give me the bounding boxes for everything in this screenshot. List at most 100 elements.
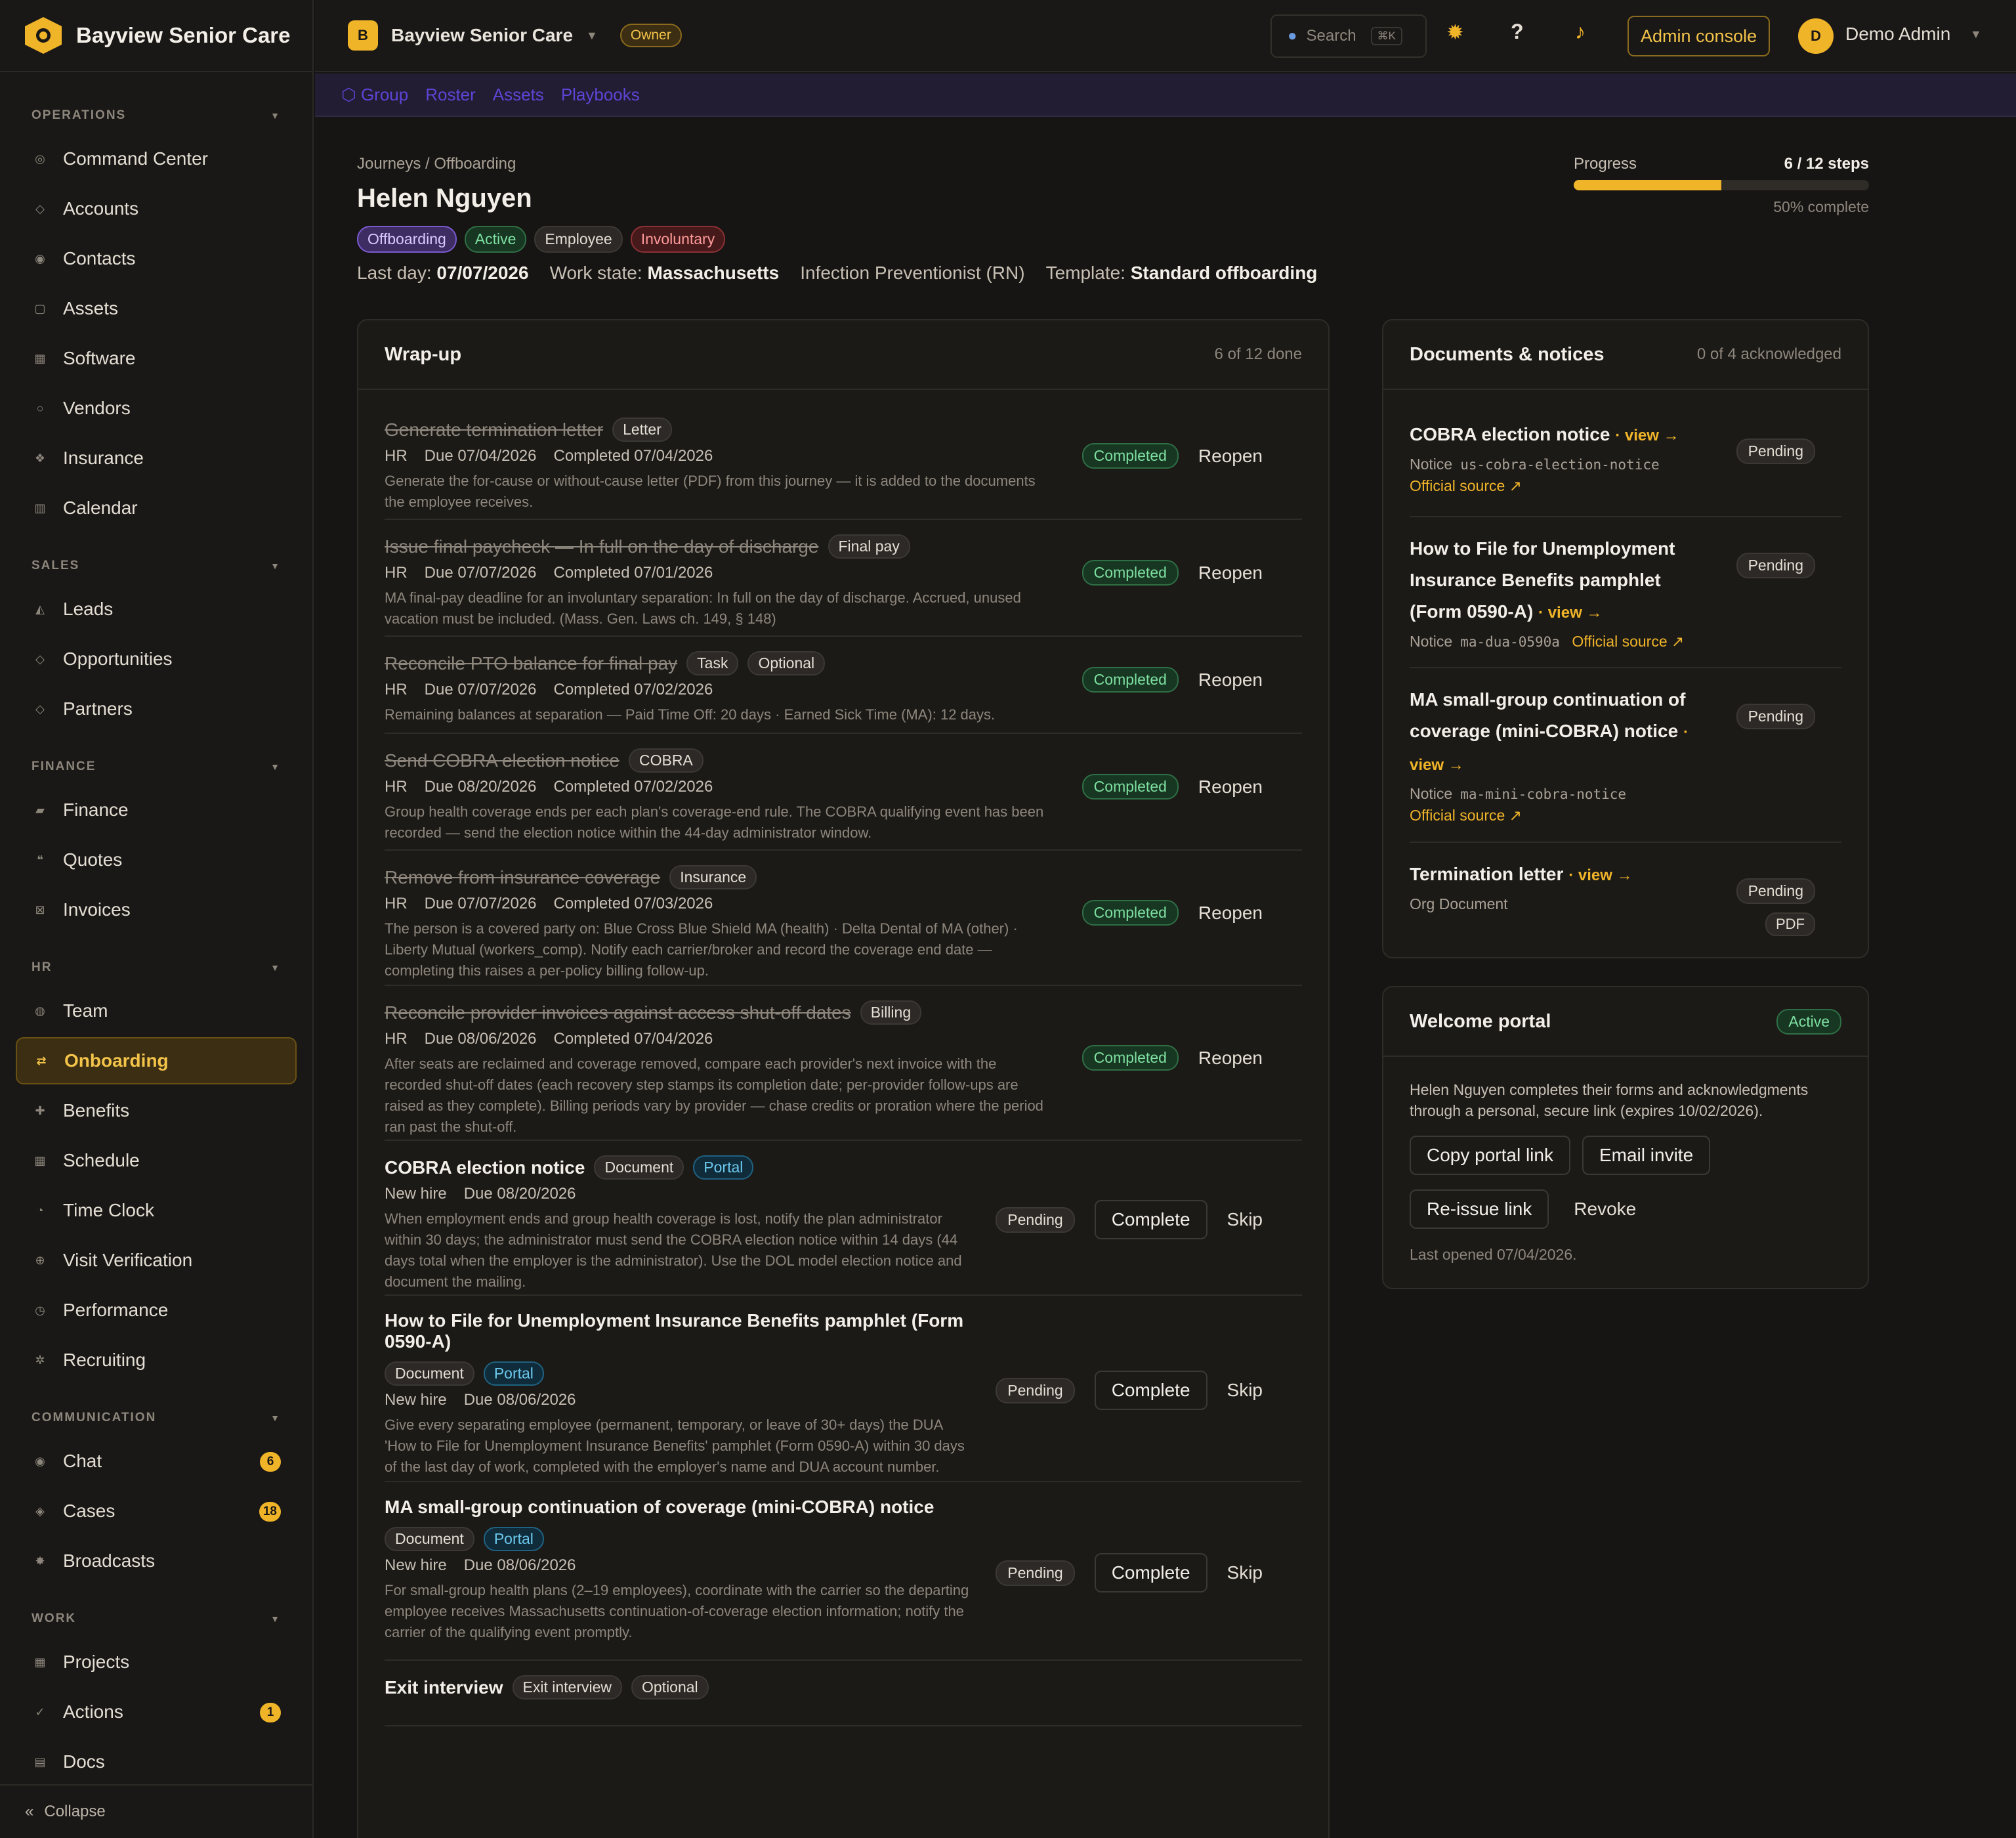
sidebar-item-insurance[interactable]: ❖ Insurance [16,435,297,482]
complete-button[interactable]: Complete [1094,1371,1208,1410]
sidebar-item-assets[interactable]: ▢ Assets [16,285,297,332]
sidebar-item-actions[interactable]: ✓ Actions 1 [16,1688,297,1736]
sidebar-item-onboarding[interactable]: ⇄ Onboarding [16,1037,297,1084]
sidebar-item-quotes[interactable]: ❝ Quotes [16,836,297,884]
user-chevron-down-icon[interactable]: ▼ [1970,28,1982,41]
sidebar-item-chat[interactable]: ◉ Chat 6 [16,1438,297,1485]
skip-button[interactable]: Skip [1227,1562,1263,1583]
reopen-button[interactable]: Reopen [1198,446,1263,467]
user-name[interactable]: Demo Admin [1845,24,1950,45]
view-link[interactable]: · view → [1568,866,1632,884]
skip-button[interactable]: Skip [1227,1380,1263,1401]
task-row: Exit interview Exit interview Optional [385,1661,1302,1726]
status-badge: Completed [1082,1045,1179,1071]
task-tag: Portal [483,1361,544,1386]
sidebar-item-visit-verification[interactable]: ⊕ Visit Verification [16,1237,297,1284]
sidebar-item-vendors[interactable]: ○ Vendors [16,385,297,432]
sidebar-item-benefits[interactable]: ✚ Benefits [16,1087,297,1134]
org-avatar[interactable]: B [348,20,378,51]
reissue-link-button[interactable]: Re-issue link [1410,1189,1549,1229]
task-owner: HR [385,778,408,796]
sidebar-item-finance[interactable]: ▰ Finance [16,786,297,834]
document-item[interactable]: How to File for Unemployment Insurance B… [1410,517,1841,668]
page-title: Helen Nguyen [357,184,532,213]
copy-portal-link-button[interactable]: Copy portal link [1410,1136,1570,1175]
sidebar-item-opportunities[interactable]: ◇ Opportunities [16,635,297,683]
sidebar-item-performance[interactable]: ◷ Performance [16,1287,297,1334]
reopen-button[interactable]: Reopen [1198,1048,1263,1069]
task-title: Send COBRA election notice [385,750,620,771]
revoke-button[interactable]: Revoke [1561,1191,1649,1228]
breadcrumb[interactable]: Journeys / Offboarding [357,155,516,173]
sidebar-item-docs[interactable]: ▤ Docs [16,1738,297,1784]
document-item[interactable]: Termination letter · view → Org Document P… [1410,843,1841,936]
section-header-work[interactable]: WORK ▼ [16,1599,297,1638]
help-icon[interactable]: ? [1511,20,1524,44]
sidebar-item-partners[interactable]: ◇ Partners [16,685,297,733]
sidebar-item-software[interactable]: ▦ Software [16,335,297,382]
subnav-group[interactable]: ⬡ Group [341,85,408,105]
email-invite-button[interactable]: Email invite [1582,1136,1711,1175]
section-header-finance[interactable]: FINANCE ▼ [16,747,297,786]
section-header-communication[interactable]: COMMUNICATION ▼ [16,1398,297,1438]
task-due: Due 07/04/2026 [424,447,537,465]
view-link[interactable]: · view → [1615,427,1679,444]
bell-icon[interactable]: ♪ [1575,20,1586,44]
sidebar-item-cases[interactable]: ◈ Cases 18 [16,1487,297,1535]
sidebar-item-invoices[interactable]: ⊠ Invoices [16,886,297,933]
document-item[interactable]: MA small-group continuation of coverage … [1410,668,1841,843]
sidebar-item-label: Command Center [63,148,208,169]
official-source-link[interactable]: Official source ↗ [1572,633,1684,650]
reopen-button[interactable]: Reopen [1198,777,1263,798]
reopen-button[interactable]: Reopen [1198,563,1263,584]
theme-sun-icon[interactable]: ✹ [1446,20,1464,45]
sidebar-item-calendar[interactable]: ▥ Calendar [16,484,297,532]
collapse-button[interactable]: « Collapse [0,1784,312,1838]
section-header-operations[interactable]: OPERATIONS ▼ [16,96,297,135]
task-title: How to File for Unemployment Insurance B… [385,1310,964,1352]
complete-button[interactable]: Complete [1094,1200,1208,1239]
welcome-status-badge: Active [1776,1008,1841,1035]
subnav-assets[interactable]: Assets [493,85,544,105]
document-title: Termination letter [1410,864,1564,884]
task-description: MA final-pay deadline for an involuntary… [385,589,1021,627]
org-switcher[interactable]: Bayview Senior Care [391,25,573,46]
sidebar-item-command-center[interactable]: ◎ Command Center [16,135,297,182]
sidebar-item-accounts[interactable]: ◇ Accounts [16,185,297,232]
task-due: Due 07/07/2026 [424,564,537,582]
sidebar-item-projects[interactable]: ▦ Projects [16,1638,297,1686]
sidebar-item-recruiting[interactable]: ✲ Recruiting [16,1336,297,1384]
reopen-button[interactable]: Reopen [1198,670,1263,691]
search-input[interactable]: ● Search ⌘K [1270,14,1427,58]
task-row: Generate termination letter Letter HR Due 0… [385,403,1302,520]
progress-percent: 50% complete [1773,198,1869,215]
complete-button[interactable]: Complete [1094,1553,1208,1592]
official-source-link[interactable]: Official source ↗ [1410,807,1522,824]
skip-button[interactable]: Skip [1227,1209,1263,1230]
subnav-playbooks[interactable]: Playbooks [561,85,640,105]
last-opened: Last opened 07/04/2026. [1410,1246,1577,1263]
sidebar-item-broadcasts[interactable]: ✸ Broadcasts [16,1537,297,1585]
view-link[interactable]: · view → [1538,604,1602,622]
sidebar-item-team[interactable]: ◍ Team [16,987,297,1035]
document-item[interactable]: COBRA election notice · view → Notice us-c… [1410,403,1841,517]
reopen-button[interactable]: Reopen [1198,903,1263,924]
sidebar-item-contacts[interactable]: ◉ Contacts [16,235,297,282]
section-header-sales[interactable]: SALES ▼ [16,546,297,586]
official-source-link[interactable]: Official source ↗ [1410,477,1522,494]
chevron-down-icon[interactable]: ▼ [586,29,598,43]
case-icon: ◈ [35,1504,45,1518]
admin-console-button[interactable]: Admin console [1628,16,1771,56]
sidebar-item-leads[interactable]: ◭ Leads [16,586,297,633]
target-icon: ◎ [35,152,45,165]
subnav-roster[interactable]: Roster [425,85,476,105]
section-header-hr[interactable]: HR ▼ [16,948,297,987]
document-code: ma-mini-cobra-notice [1460,786,1627,802]
sidebar-item-schedule[interactable]: ▦ Schedule [16,1137,297,1184]
user-avatar[interactable]: D [1798,18,1834,54]
sidebar-item-label: Time Clock [63,1200,154,1220]
sidebar-item-time-clock[interactable]: ◔ Time Clock [16,1187,297,1234]
brand[interactable]: Bayview Senior Care [0,0,312,72]
task-description: For small-group health plans (2–19 emplo… [385,1582,969,1640]
chip-involuntary: Involuntary [630,226,726,253]
